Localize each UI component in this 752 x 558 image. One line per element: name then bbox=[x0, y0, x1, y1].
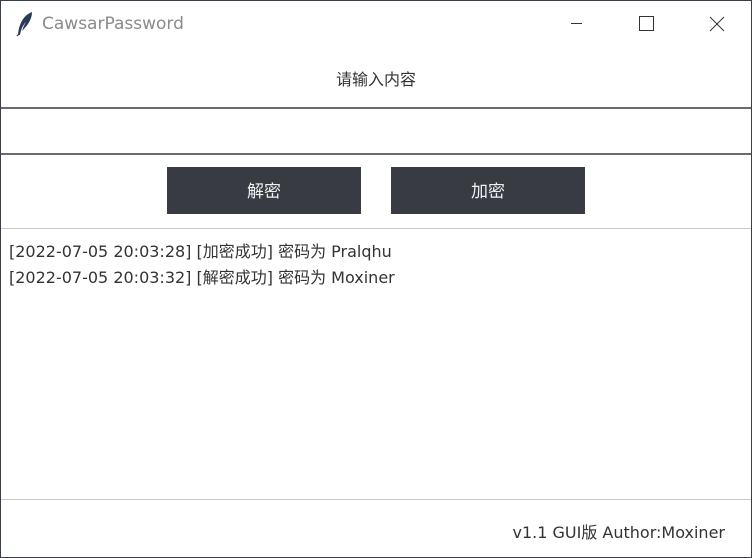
maximize-button[interactable] bbox=[610, 1, 680, 47]
input-prompt-label: 请输入内容 bbox=[335, 70, 416, 89]
feather-icon bbox=[15, 11, 35, 37]
log-line: [2022-07-05 20:03:32] [解密成功] 密码为 Moxiner bbox=[9, 268, 395, 287]
close-icon bbox=[709, 16, 725, 32]
maximize-icon bbox=[639, 16, 654, 31]
title-bar[interactable]: CawsarPassword bbox=[1, 1, 751, 47]
content-input[interactable] bbox=[1, 107, 751, 155]
log-line: [2022-07-05 20:03:28] [加密成功] 密码为 Pralqhu bbox=[9, 242, 392, 261]
decrypt-button[interactable]: 解密 bbox=[167, 167, 361, 214]
version-author-label: v1.1 GUI版 Author:Moxiner bbox=[512, 523, 725, 542]
log-output[interactable]: [2022-07-05 20:03:28] [加密成功] 密码为 Pralqhu… bbox=[1, 228, 751, 500]
minimize-button[interactable] bbox=[542, 1, 612, 47]
app-window: CawsarPassword 请输入内容 解密 加密 [2022-07-05 2… bbox=[0, 0, 752, 558]
close-button[interactable] bbox=[681, 1, 751, 47]
encrypt-button[interactable]: 加密 bbox=[391, 167, 585, 214]
minimize-icon bbox=[571, 23, 582, 24]
window-title: CawsarPassword bbox=[42, 14, 184, 34]
